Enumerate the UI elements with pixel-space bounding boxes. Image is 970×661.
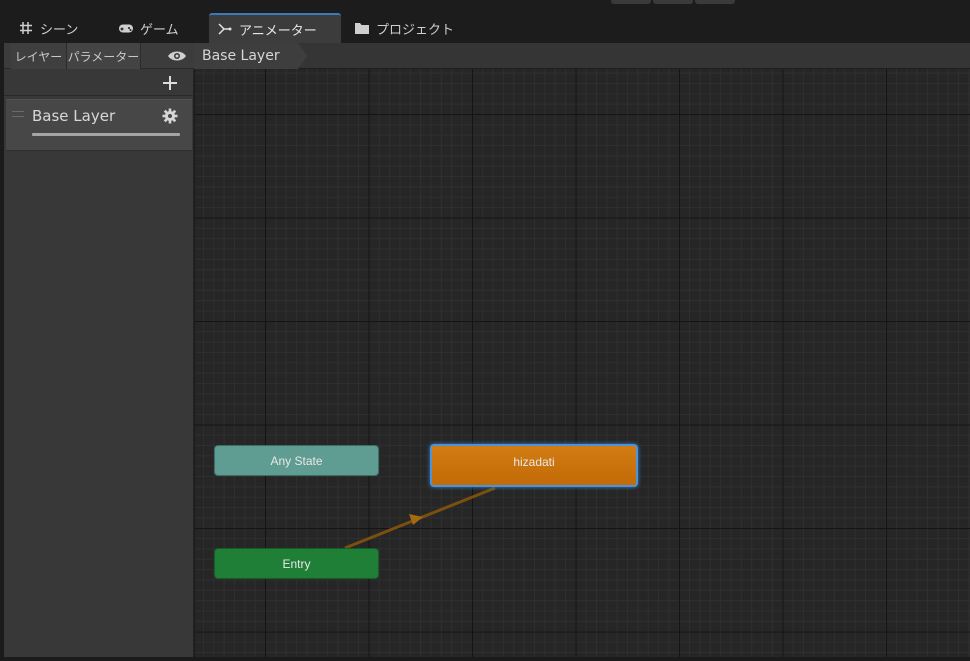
tab-project[interactable]: プロジェクト — [346, 13, 456, 43]
gamepad-icon — [119, 24, 133, 33]
tab-scene-label: シーン — [40, 22, 79, 38]
tab-animator-label: アニメーター — [239, 23, 317, 39]
tab-game-label: ゲーム — [140, 22, 179, 38]
layer-weight-slider[interactable] — [32, 133, 180, 136]
grid-icon — [20, 22, 32, 34]
eye-icon[interactable] — [166, 48, 188, 64]
breadcrumb: Base Layer — [194, 43, 970, 69]
tab-animator[interactable]: アニメーター — [209, 13, 341, 43]
state-node-hizadati[interactable]: hizadati — [430, 444, 638, 487]
animator-graph-canvas[interactable]: Any State Entry hizadati — [195, 69, 970, 657]
bottom-border — [0, 657, 970, 661]
add-layer-button[interactable] — [160, 72, 180, 94]
panel-tab-bar: レイヤー パラメーター — [4, 43, 194, 69]
layers-panel: レイヤー パラメーター Base Layer — [4, 43, 194, 657]
tab-layers[interactable]: レイヤー — [11, 43, 67, 69]
folder-icon — [355, 23, 369, 34]
breadcrumb-separator — [298, 43, 307, 69]
animator-icon — [218, 23, 232, 35]
breadcrumb-item-base-layer[interactable]: Base Layer — [194, 43, 298, 69]
state-node-any-state[interactable]: Any State — [214, 445, 379, 476]
gear-icon[interactable] — [162, 108, 178, 124]
layer-name: Base Layer — [32, 107, 116, 125]
tab-game[interactable]: ゲーム — [110, 13, 205, 43]
layer-item[interactable]: Base Layer — [6, 99, 192, 151]
tab-parameters[interactable]: パラメーター — [67, 43, 141, 69]
state-node-entry[interactable]: Entry — [214, 548, 379, 579]
toolbar-button[interactable] — [695, 0, 735, 4]
drag-handle-icon[interactable] — [12, 111, 24, 117]
toolbar-button[interactable] — [653, 0, 693, 4]
tab-project-label: プロジェクト — [376, 22, 455, 38]
tab-scene[interactable]: シーン — [10, 13, 105, 43]
toolbar-button[interactable] — [611, 0, 651, 4]
add-layer-row — [4, 70, 194, 96]
window-tab-strip: シーン ゲーム アニメーター プロジェクト — [0, 0, 970, 43]
